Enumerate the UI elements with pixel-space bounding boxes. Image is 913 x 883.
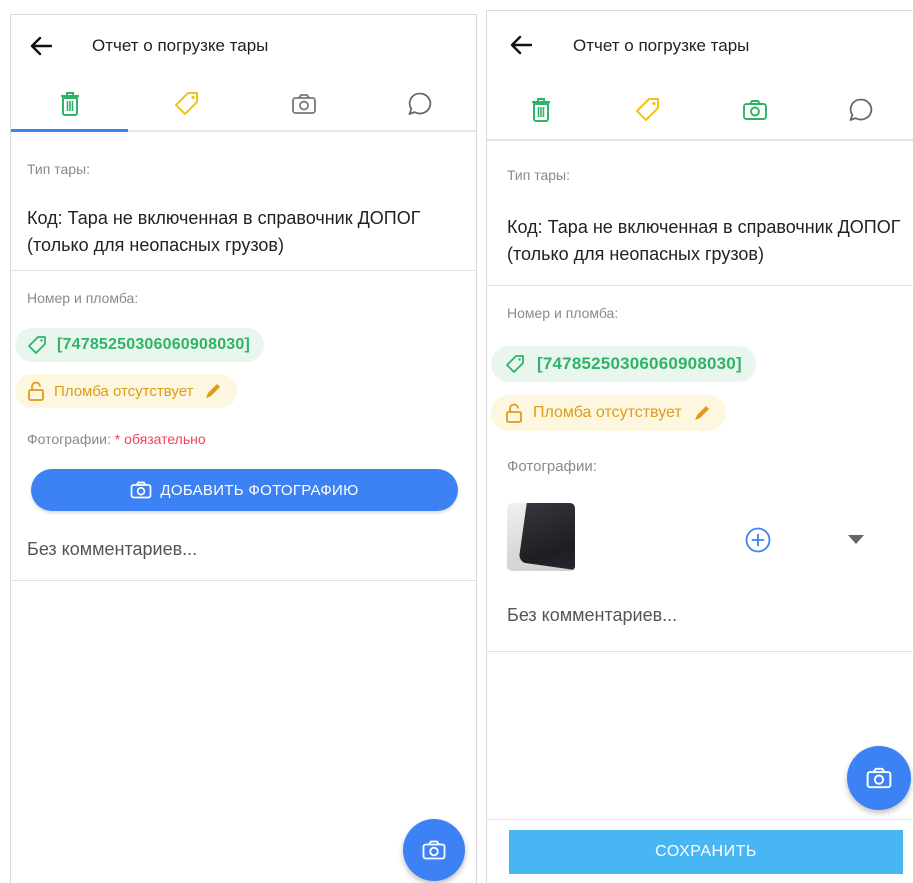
arrow-left-icon: [510, 35, 532, 55]
page-title: Отчет о погрузке тары: [573, 36, 750, 55]
required-marker: * обязательно: [114, 431, 206, 447]
camera-fab[interactable]: [403, 819, 465, 881]
arrow-left-icon: [30, 36, 52, 56]
tag-icon: [28, 336, 46, 354]
tab-tag[interactable]: [128, 77, 245, 130]
container-number: [74785250306060908030]: [537, 354, 742, 373]
trash-icon: [60, 91, 79, 116]
expand-photos-button[interactable]: [844, 529, 868, 549]
seal-chip[interactable]: Пломба отсутствует: [15, 374, 238, 408]
save-bar: СОХРАНИТЬ: [487, 819, 913, 883]
pencil-icon[interactable]: [203, 381, 223, 401]
camera-fab[interactable]: [847, 746, 911, 810]
tab-bar: [11, 77, 476, 132]
screen-left: Отчет о погрузке тары Тип тары: Код: Тар…: [10, 14, 477, 883]
tab-tag[interactable]: [594, 81, 701, 139]
container-type-label: Тип тары:: [507, 167, 571, 183]
photo-content: [518, 503, 575, 571]
add-photo-label: ДОБАВИТЬ ФОТОГРАФИЮ: [160, 481, 359, 499]
active-tab-indicator: [11, 129, 128, 132]
divider: [487, 285, 913, 286]
plus-circle-icon: [745, 527, 771, 553]
add-photo-button[interactable]: [744, 526, 772, 554]
tab-photo[interactable]: [701, 81, 808, 139]
photos-label: Фотографии: * обязательно: [27, 431, 206, 447]
tag-icon: [506, 355, 524, 373]
app-bar: Отчет о погрузке тары: [487, 11, 913, 81]
tab-container[interactable]: [487, 81, 594, 139]
camera-icon: [422, 840, 446, 860]
tag-icon: [635, 98, 659, 121]
screen-right: Отчет о погрузке тары Тип тары: Код: Тар…: [486, 10, 913, 883]
container-type-value: Код: Тара не включенная в справочник ДОП…: [507, 217, 901, 264]
save-button[interactable]: СОХРАНИТЬ: [509, 830, 903, 874]
divider: [11, 580, 476, 581]
number-seal-label: Номер и пломба:: [507, 305, 619, 321]
photos-label: Фотографии:: [507, 458, 597, 475]
tag-icon: [174, 91, 198, 115]
trash-icon: [531, 98, 550, 122]
unlock-icon: [28, 381, 44, 401]
seal-status: Пломба отсутствует: [54, 382, 194, 400]
back-button[interactable]: [505, 29, 537, 61]
comment-field[interactable]: Без комментариев...: [27, 539, 197, 560]
tab-comment[interactable]: [808, 81, 913, 139]
tab-bar: [487, 81, 913, 141]
caret-down-icon: [848, 534, 864, 544]
back-button[interactable]: [25, 30, 57, 62]
divider: [11, 270, 476, 271]
comment-field[interactable]: Без комментариев...: [507, 605, 677, 626]
comment-icon: [408, 92, 432, 115]
tab-container[interactable]: [11, 77, 128, 130]
photos-label-text: Фотографии:: [27, 431, 111, 447]
container-number-chip[interactable]: [74785250306060908030]: [15, 328, 265, 362]
camera-icon: [291, 93, 316, 114]
unlock-icon: [506, 403, 522, 423]
divider: [487, 651, 913, 652]
photo-thumbnail[interactable]: [507, 503, 575, 571]
tab-comment[interactable]: [362, 77, 476, 130]
seal-chip[interactable]: Пломба отсутствует: [491, 395, 726, 431]
page-title: Отчет о погрузке тары: [92, 36, 269, 55]
tab-photo[interactable]: [245, 77, 362, 130]
camera-icon: [131, 481, 152, 499]
camera-icon: [866, 767, 892, 789]
container-type-value: Код: Тара не включенная в справочник ДОП…: [27, 208, 421, 255]
comment-icon: [849, 98, 873, 121]
container-type-label: Тип тары:: [27, 161, 91, 177]
container-number: [74785250306060908030]: [57, 336, 251, 353]
pencil-icon[interactable]: [692, 403, 712, 423]
number-seal-label: Номер и пломба:: [27, 290, 139, 306]
camera-icon: [742, 100, 767, 120]
seal-status: Пломба отсутствует: [533, 404, 682, 421]
app-bar: Отчет о погрузке тары: [11, 15, 476, 77]
add-photo-button[interactable]: ДОБАВИТЬ ФОТОГРАФИЮ: [31, 469, 458, 511]
container-number-chip[interactable]: [74785250306060908030]: [491, 346, 756, 382]
